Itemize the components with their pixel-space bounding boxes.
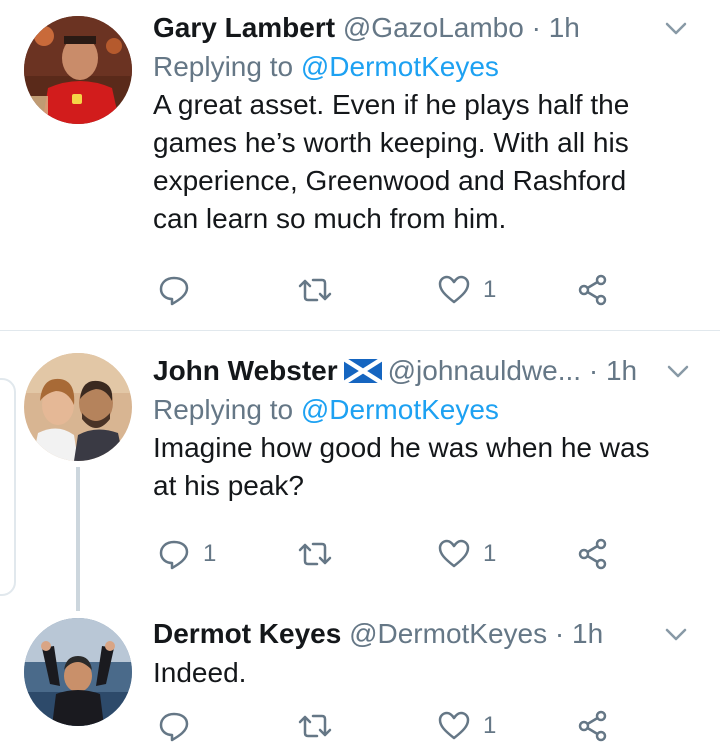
tweet-text-line: games he’s worth keeping. With all his	[153, 127, 629, 158]
tweet-john-webster[interactable]: John Webster @johnauldwe... · 1h Replying…	[0, 331, 720, 611]
timestamp[interactable]: 1h	[606, 355, 637, 386]
tweet-text: Indeed.	[153, 654, 690, 692]
replying-to: Replying to @DermotKeyes	[153, 48, 690, 86]
tweet-text: Imagine how good he was when he was at h…	[153, 429, 690, 505]
separator-dot: ·	[554, 618, 565, 649]
chevron-down-icon[interactable]	[664, 357, 692, 385]
tweet-header: John Webster @johnauldwe... · 1h	[153, 351, 690, 391]
reply-button[interactable]	[157, 706, 203, 746]
retweet-button[interactable]	[297, 706, 345, 746]
replying-to-label: Replying to	[153, 394, 294, 425]
reply-button[interactable]: 1	[157, 534, 216, 574]
share-button[interactable]	[577, 270, 609, 310]
like-button[interactable]: 1	[437, 270, 496, 310]
mention-link[interactable]: @DermotKeyes	[301, 394, 499, 425]
reply-icon	[159, 712, 189, 742]
chevron-down-icon[interactable]	[662, 620, 690, 648]
retweet-button[interactable]	[297, 270, 345, 310]
like-icon	[438, 275, 470, 304]
mention-link[interactable]: @DermotKeyes	[301, 51, 499, 82]
share-icon	[578, 710, 607, 742]
thread-connector	[76, 467, 80, 611]
retweet-button[interactable]	[297, 534, 345, 574]
separator-dot: ·	[531, 12, 541, 43]
like-button[interactable]: 1	[437, 706, 496, 746]
tweet-gary-lambert[interactable]: Gary Lambert @GazoLambo · 1h Replying to…	[0, 0, 720, 330]
tweet-text-line: Indeed.	[153, 657, 247, 688]
scotland-flag-icon	[343, 359, 382, 383]
avatar-image	[24, 16, 132, 124]
reply-icon	[159, 276, 189, 306]
avatar-gary-lambert[interactable]	[24, 16, 132, 124]
avatar-image	[24, 618, 132, 726]
retweet-icon	[298, 714, 332, 738]
tweet-text: A great asset. Even if he plays half the…	[153, 86, 690, 238]
display-name[interactable]: John Webster	[153, 355, 338, 386]
tweet-header: Gary Lambert @GazoLambo · 1h	[153, 8, 690, 48]
tweet-text-line: at his peak?	[153, 470, 304, 501]
share-button[interactable]	[577, 534, 609, 574]
share-button[interactable]	[577, 706, 609, 746]
user-handle[interactable]: @johnauldwe...	[388, 355, 581, 386]
like-icon	[438, 539, 470, 568]
like-count: 1	[483, 276, 497, 303]
tweet-text-line: Imagine how good he was when he was	[153, 432, 650, 463]
tweet-dermot-keyes[interactable]: Dermot Keyes @DermotKeyes · 1h Indeed. 1	[0, 606, 720, 748]
chevron-down-icon[interactable]	[662, 14, 690, 42]
separator-dot: ·	[588, 355, 599, 386]
display-name[interactable]: Dermot Keyes	[153, 618, 341, 649]
tweet-text-line: experience, Greenwood and Rashford	[153, 165, 627, 196]
avatar-image	[24, 353, 132, 461]
avatar-dermot-keyes[interactable]	[24, 618, 132, 726]
like-count: 1	[483, 540, 497, 567]
tweet-text-line: can learn so much from him.	[153, 203, 507, 234]
like-icon	[438, 711, 470, 740]
display-name[interactable]: Gary Lambert	[153, 12, 335, 43]
tweet-actions: 1	[153, 706, 623, 746]
reply-button[interactable]	[157, 270, 203, 310]
reply-count: 1	[203, 540, 217, 567]
replying-to: Replying to @DermotKeyes	[153, 391, 690, 429]
share-icon	[578, 274, 607, 306]
timestamp[interactable]: 1h	[549, 12, 580, 43]
tweet-text-line: A great asset. Even if he plays half the	[153, 89, 630, 120]
user-handle[interactable]: @DermotKeyes	[349, 618, 547, 649]
share-icon	[578, 538, 607, 570]
avatar-john-webster[interactable]	[24, 353, 132, 461]
timestamp[interactable]: 1h	[572, 618, 603, 649]
reply-icon	[159, 540, 189, 570]
like-button[interactable]: 1	[437, 534, 496, 574]
tweet-actions: 1	[153, 270, 623, 310]
like-count: 1	[483, 712, 497, 739]
retweet-icon	[298, 278, 332, 302]
tweet-actions: 1 1	[153, 534, 623, 574]
tweet-header: Dermot Keyes @DermotKeyes · 1h	[153, 614, 690, 654]
retweet-icon	[298, 542, 332, 566]
user-handle[interactable]: @GazoLambo	[343, 12, 524, 43]
replying-to-label: Replying to	[153, 51, 294, 82]
